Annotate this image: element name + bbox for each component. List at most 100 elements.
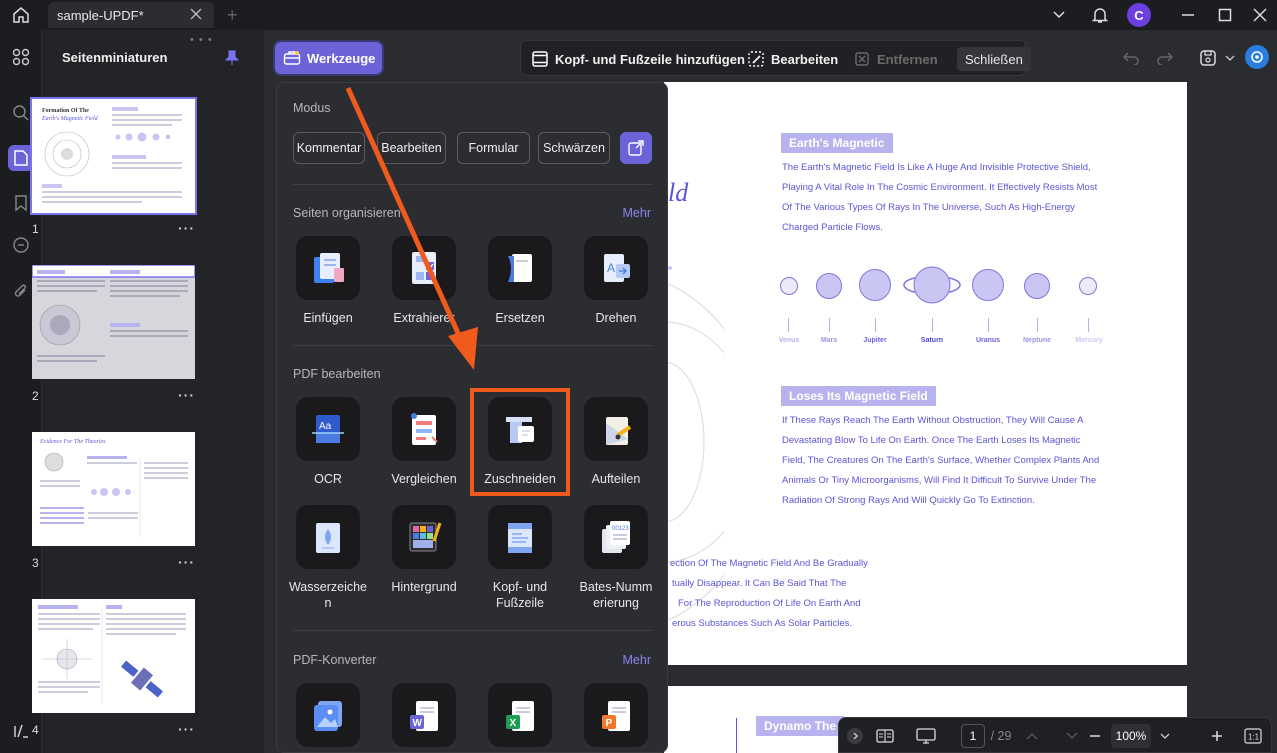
ocr-icon: Aa: [296, 397, 360, 461]
rotate-pages-icon: A: [584, 236, 648, 300]
tool-convert-word[interactable]: W: [376, 683, 472, 747]
close-tab-icon[interactable]: [190, 8, 202, 20]
tool-bates-label-line2: erierung: [593, 596, 639, 610]
tool-split[interactable]: Aufteilen: [568, 397, 664, 487]
tool-split-label: Aufteilen: [591, 472, 641, 486]
menu-divider: [293, 345, 653, 346]
resize-grip[interactable]: • • •: [190, 34, 213, 46]
section-heading-earths-magnetic: Earth's Magnetic: [781, 133, 893, 153]
mode-comment-button[interactable]: Kommentar: [293, 132, 365, 164]
thumbnail-panel-title: Seitenminiaturen: [62, 50, 168, 65]
mode-form-button[interactable]: Formular: [457, 132, 530, 164]
page-thumbnail-3[interactable]: Evidence For The Theories: [32, 432, 195, 546]
open-external-icon[interactable]: [620, 132, 652, 164]
page-thumbnail-2[interactable]: [32, 265, 195, 379]
layers-icon[interactable]: [8, 718, 34, 744]
maximize-icon[interactable]: [1212, 4, 1238, 26]
close-header-footer-button[interactable]: Schließen: [957, 47, 1031, 71]
replace-pages-icon: [488, 236, 552, 300]
tool-replace[interactable]: Ersetzen: [472, 236, 568, 326]
section-1-line: Playing A Vital Role In The Cosmic Envir…: [782, 182, 1098, 193]
planet-tick: [932, 318, 933, 332]
user-avatar[interactable]: C: [1127, 3, 1151, 27]
planet-label: Jupiter: [863, 337, 887, 344]
current-page-input[interactable]: 1: [961, 724, 985, 748]
tool-compare[interactable]: Vergleichen: [376, 397, 472, 487]
section-3-line: tually Disappear. It Can Be Said That Th…: [672, 578, 847, 589]
thumbnail-4-more-icon[interactable]: ···: [178, 721, 195, 737]
edit-header-footer-button[interactable]: Bearbeiten: [747, 47, 838, 71]
minimize-icon[interactable]: [1175, 4, 1201, 26]
mode-edit-button[interactable]: Bearbeiten: [377, 132, 446, 164]
tool-convert-excel[interactable]: X: [472, 683, 568, 747]
save-icon[interactable]: [1198, 48, 1218, 68]
save-options-chevron-icon[interactable]: [1224, 48, 1236, 68]
tool-extract[interactable]: Extrahierer: [376, 236, 472, 326]
add-header-footer-button[interactable]: Kopf- und Fußzeile hinzufügen: [531, 47, 745, 71]
insert-pages-icon: [296, 236, 360, 300]
planet-venus: [780, 277, 798, 295]
header-footer-toolbar: Kopf- und Fußzeile hinzufügen Bearbeiten…: [520, 40, 1031, 76]
thumbnail-2-more-icon[interactable]: ···: [178, 387, 195, 403]
mode-redact-button[interactable]: Schwärzen: [538, 132, 610, 164]
next-page-icon[interactable]: [1065, 726, 1079, 746]
comment-icon[interactable]: [8, 232, 34, 258]
zoom-in-icon[interactable]: [1209, 726, 1225, 746]
section-heading-loses-magnetic-field: Loses Its Magnetic Field: [781, 386, 936, 406]
tool-convert-powerpoint[interactable]: P: [568, 683, 664, 747]
tool-header-footer[interactable]: Kopf- und Fußzeile: [472, 505, 568, 611]
undo-icon[interactable]: [1122, 48, 1140, 68]
ai-assistant-icon[interactable]: [1245, 45, 1269, 69]
new-tab-button[interactable]: +: [227, 6, 238, 24]
planet-uranus: [972, 269, 1004, 301]
page-navigation-bar: 1 / 29 100% 1:1: [838, 717, 1272, 753]
reading-mode-icon[interactable]: [875, 726, 895, 746]
remove-header-footer-button[interactable]: Entfernen: [853, 47, 938, 71]
pin-icon[interactable]: [225, 50, 239, 66]
zoom-out-icon[interactable]: [1087, 726, 1103, 746]
collapse-chevron-icon[interactable]: [847, 728, 863, 744]
extract-pages-icon: [392, 236, 456, 300]
page-thumbnail-4[interactable]: [32, 599, 195, 713]
window-close-icon[interactable]: [1247, 4, 1273, 26]
converter-more-link[interactable]: Mehr: [623, 653, 651, 667]
bookmark-icon[interactable]: [8, 190, 34, 216]
planet-label: Saturn: [920, 337, 944, 344]
document-page-1[interactable]: ld Earth's Magnetic The Earth's Magnetic…: [664, 82, 1187, 665]
thumbnail-number-2: 2: [32, 389, 39, 403]
tool-background[interactable]: Hintergrund: [376, 505, 472, 595]
tool-ocr[interactable]: Aa OCR: [280, 397, 376, 487]
thumbnail-1-more-icon[interactable]: ···: [178, 220, 195, 236]
zoom-options-chevron-icon[interactable]: [1157, 726, 1173, 746]
presentation-icon[interactable]: [915, 726, 937, 746]
zoom-level[interactable]: 100%: [1111, 724, 1151, 748]
apps-grid-icon[interactable]: [8, 44, 34, 70]
document-tab[interactable]: sample-UPDF*: [48, 2, 214, 28]
thumbnails-icon[interactable]: [8, 145, 34, 171]
tool-bates-numbering[interactable]: 00123 Bates-Numm erierung: [568, 505, 664, 611]
actual-size-icon[interactable]: 1:1: [1243, 726, 1263, 746]
redo-icon[interactable]: [1156, 48, 1174, 68]
thumbnail-number-1: 1: [32, 222, 39, 236]
tool-watermark[interactable]: Wasserzeiche n: [280, 505, 376, 611]
page-2-heading: Dynamo The: [756, 716, 845, 736]
planet-mars: [816, 273, 842, 299]
tool-convert-image[interactable]: [280, 683, 376, 747]
search-icon[interactable]: [8, 100, 34, 126]
bell-icon[interactable]: [1087, 4, 1113, 26]
crop-tool-highlight: [470, 388, 570, 496]
thumbnail-3-more-icon[interactable]: ···: [178, 554, 195, 570]
tools-button[interactable]: Werkzeuge: [275, 42, 382, 74]
attachment-icon[interactable]: [8, 278, 34, 304]
planet-jupiter: [859, 269, 891, 301]
home-icon[interactable]: [8, 4, 34, 26]
tool-insert[interactable]: Einfügen: [280, 236, 376, 326]
planet-neptune: [1024, 273, 1050, 299]
page-thumbnail-1[interactable]: Formation Of The Earth's Magnetic Field: [30, 97, 197, 215]
tool-bates-label-line1: Bates-Numm: [579, 580, 653, 594]
tool-rotate[interactable]: A Drehen: [568, 236, 664, 326]
chevron-down-icon[interactable]: [1046, 4, 1072, 26]
organize-more-link[interactable]: Mehr: [623, 206, 651, 220]
previous-page-icon[interactable]: [1025, 726, 1039, 746]
section-2-line: Radiation Of Strong Rays And Will Quickl…: [782, 495, 1035, 506]
